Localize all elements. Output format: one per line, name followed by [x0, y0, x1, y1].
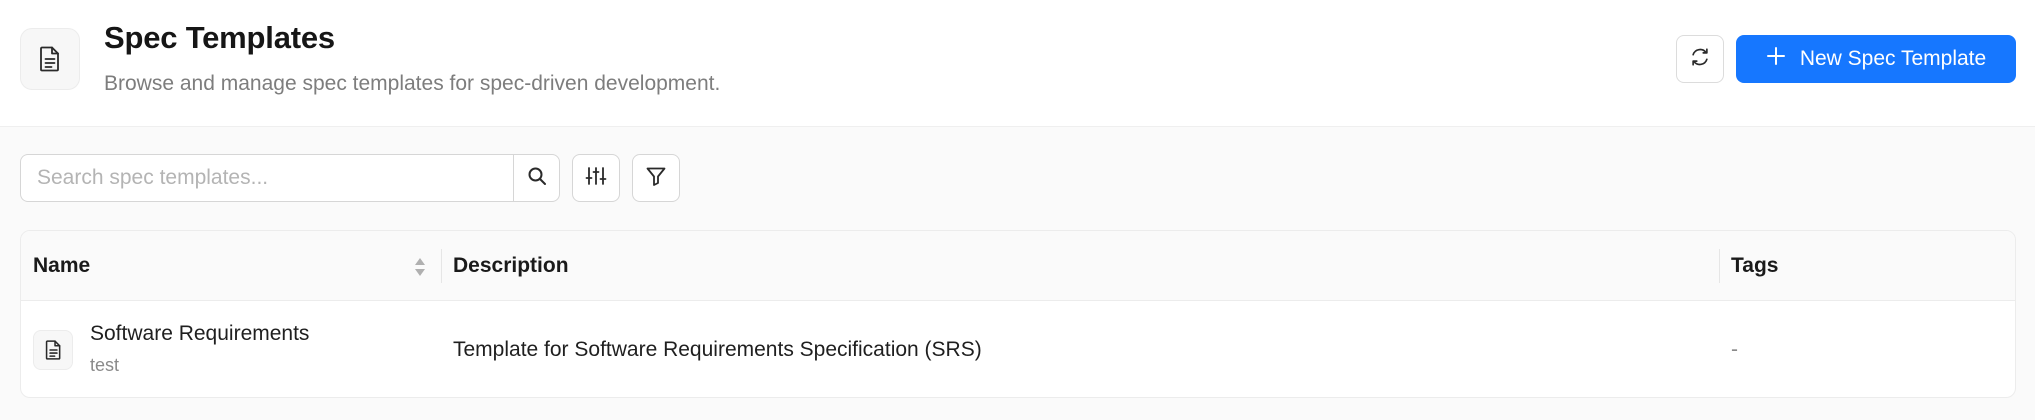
refresh-button[interactable] [1676, 35, 1724, 83]
sliders-icon [585, 165, 607, 192]
table-header: Name Description Tags [21, 231, 2015, 301]
new-spec-template-button[interactable]: New Spec Template [1736, 35, 2016, 83]
template-subtitle: test [90, 355, 120, 375]
document-icon [33, 330, 73, 370]
page-header: Spec Templates Browse and manage spec te… [0, 0, 2035, 127]
column-divider[interactable] [1719, 249, 1720, 283]
template-name[interactable]: Software Requirements [90, 322, 309, 346]
column-settings-button[interactable] [572, 154, 620, 202]
plus-icon [1766, 46, 1786, 72]
filter-icon [645, 165, 667, 192]
template-description: Template for Software Requirements Speci… [453, 338, 982, 361]
search-button[interactable] [513, 154, 560, 202]
refresh-icon [1689, 46, 1711, 73]
filter-button[interactable] [632, 154, 680, 202]
search-input[interactable] [20, 154, 514, 202]
sort-icon[interactable] [412, 255, 428, 279]
table-row[interactable]: Software Requirements test Template for … [21, 301, 2015, 397]
template-tags: - [1731, 338, 1738, 361]
new-spec-template-label: New Spec Template [1799, 47, 1987, 70]
column-divider[interactable] [441, 249, 442, 283]
document-icon [20, 28, 80, 90]
page-title: Spec Templates [104, 20, 335, 55]
page-subtitle: Browse and manage spec templates for spe… [104, 72, 721, 95]
spec-templates-table: Name Description Tags Software Requireme… [20, 230, 2016, 398]
column-header-description: Description [453, 254, 569, 277]
search-icon [527, 166, 547, 191]
column-header-tags: Tags [1731, 254, 1779, 277]
column-header-name[interactable]: Name [33, 231, 90, 301]
